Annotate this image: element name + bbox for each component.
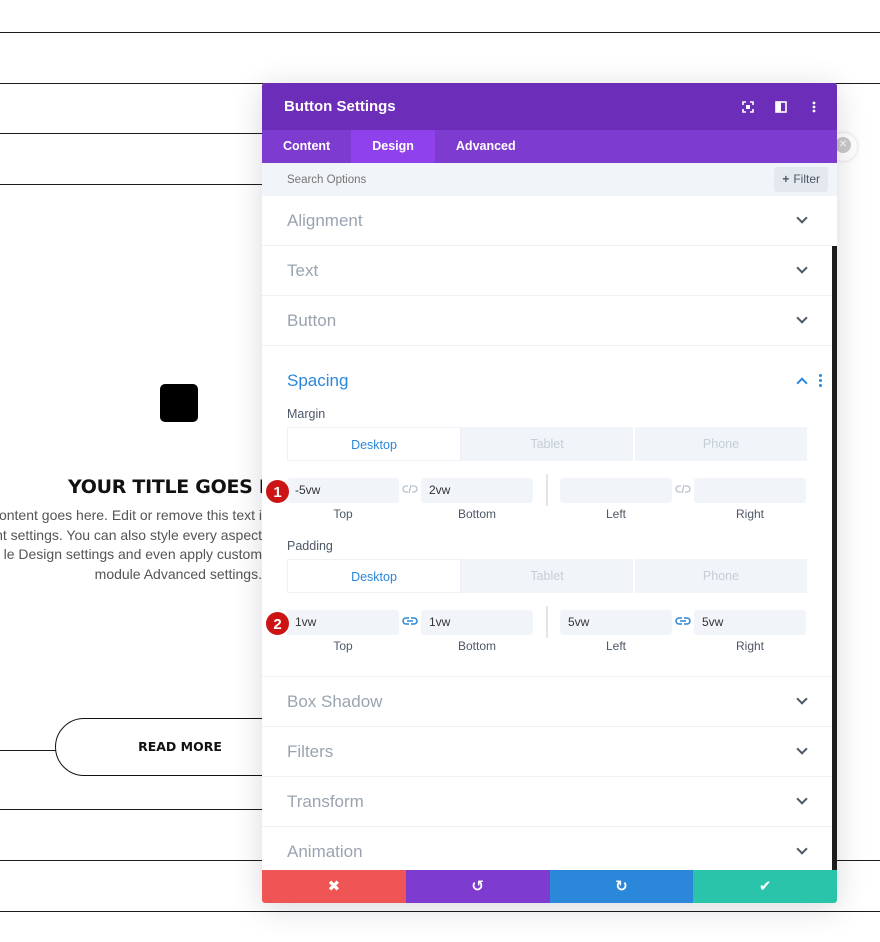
margin-device-tabs: Desktop Tablet Phone	[287, 427, 807, 461]
module-body-text: ontent goes here. Edit or remove this te…	[0, 506, 262, 584]
section-spacing: Spacing Margin Desktop Tablet Phone -5vw…	[262, 346, 832, 677]
bottom-label: Bottom	[457, 639, 496, 653]
page-divider	[0, 911, 880, 912]
body-line: nt settings. You can also style every as…	[0, 526, 262, 543]
link-unlinked-icon[interactable]	[401, 484, 419, 497]
scrollbar[interactable]	[832, 246, 837, 878]
tab-content[interactable]: Content	[262, 130, 351, 163]
device-tab-desktop[interactable]: Desktop	[287, 427, 461, 461]
top-label: Top	[333, 507, 353, 521]
save-button[interactable]: ✔	[693, 870, 837, 903]
annotation-badge-1: 1	[265, 479, 290, 504]
chevron-down-icon	[796, 843, 808, 855]
bottom-label: Bottom	[457, 507, 496, 521]
filter-button[interactable]: + Filter	[774, 167, 828, 192]
device-tab-tablet[interactable]: Tablet	[461, 427, 635, 461]
margin-bottom-input[interactable]: 2vw	[421, 478, 533, 503]
search-bar: +Filter	[262, 163, 837, 196]
margin-top-input[interactable]: -5vw	[287, 478, 399, 503]
padding-bottom-input[interactable]: 1vw	[421, 610, 533, 635]
section-title: Box Shadow	[287, 692, 383, 711]
top-label: Top	[333, 639, 353, 653]
padding-left-input[interactable]: 5vw	[560, 610, 672, 635]
body-line: ontent goes here. Edit or remove this te…	[0, 507, 262, 523]
margin-label: Margin	[287, 407, 326, 421]
section-title[interactable]: Spacing	[287, 371, 348, 391]
device-tab-desktop[interactable]: Desktop	[287, 559, 461, 593]
tab-advanced[interactable]: Advanced	[435, 130, 537, 163]
chevron-up-icon[interactable]	[796, 377, 808, 389]
section-alignment[interactable]: Alignment	[262, 196, 832, 246]
section-title: Filters	[287, 742, 334, 761]
chevron-down-icon	[796, 793, 808, 805]
search-options-input[interactable]	[287, 173, 837, 186]
section-title: Text	[287, 261, 319, 280]
section-filters[interactable]: Filters	[262, 727, 832, 777]
panel-footer: ✖ ↺ ↻ ✔	[262, 870, 837, 903]
plus-icon: +	[782, 172, 790, 186]
device-tab-phone[interactable]: Phone	[635, 427, 807, 461]
link-linked-icon[interactable]	[674, 616, 692, 629]
chevron-down-icon	[796, 212, 808, 224]
page-divider	[0, 809, 262, 810]
padding-device-tabs: Desktop Tablet Phone	[287, 559, 807, 593]
settings-tabs: Content Design Advanced	[262, 130, 837, 163]
more-vertical-icon[interactable]	[807, 100, 821, 114]
section-title: Animation	[287, 842, 363, 861]
split-view-icon[interactable]	[774, 100, 788, 114]
page-divider	[0, 32, 880, 33]
device-tab-tablet[interactable]: Tablet	[461, 559, 635, 593]
redo-button[interactable]: ↻	[549, 870, 694, 903]
link-linked-icon[interactable]	[401, 616, 419, 629]
page-divider	[0, 133, 262, 134]
body-line: module Advanced settings.	[94, 565, 262, 582]
page-divider	[0, 750, 56, 751]
margin-right-input[interactable]	[694, 478, 806, 503]
right-label: Right	[735, 507, 764, 521]
page-divider	[0, 184, 262, 185]
link-unlinked-icon[interactable]	[674, 484, 692, 497]
body-line: le Design settings and even apply custom	[3, 546, 262, 562]
padding-label: Padding	[287, 539, 333, 553]
left-label: Left	[605, 507, 626, 521]
focus-icon[interactable]	[741, 100, 755, 114]
section-title: Transform	[287, 792, 364, 811]
section-button[interactable]: Button	[262, 296, 832, 346]
divider	[546, 606, 548, 638]
chevron-down-icon	[796, 262, 808, 274]
button-settings-panel: Button Settings Content Design Advanced …	[262, 83, 837, 903]
cancel-button[interactable]: ✖	[262, 870, 406, 903]
panel-header: Button Settings	[262, 83, 837, 130]
section-title: Alignment	[287, 211, 363, 230]
module-title: YOUR TITLE GOES HE	[68, 476, 288, 498]
module-icon	[160, 384, 198, 422]
section-title: Button	[287, 311, 337, 330]
margin-left-input[interactable]	[560, 478, 672, 503]
left-label: Left	[605, 639, 626, 653]
undo-button[interactable]: ↺	[405, 870, 550, 903]
device-tab-phone[interactable]: Phone	[635, 559, 807, 593]
section-options-icon[interactable]	[819, 374, 822, 387]
right-label: Right	[735, 639, 764, 653]
padding-right-input[interactable]: 5vw	[694, 610, 806, 635]
section-text[interactable]: Text	[262, 246, 832, 296]
tab-design[interactable]: Design	[351, 130, 435, 163]
chevron-down-icon	[796, 693, 808, 705]
filter-label: Filter	[793, 172, 820, 186]
chevron-down-icon	[796, 312, 808, 324]
annotation-badge-2: 2	[265, 611, 290, 636]
panel-title: Button Settings	[284, 98, 396, 115]
divider	[546, 474, 548, 506]
chevron-down-icon	[796, 743, 808, 755]
section-box-shadow[interactable]: Box Shadow	[262, 677, 832, 727]
padding-top-input[interactable]: 1vw	[287, 610, 399, 635]
section-transform[interactable]: Transform	[262, 777, 832, 827]
